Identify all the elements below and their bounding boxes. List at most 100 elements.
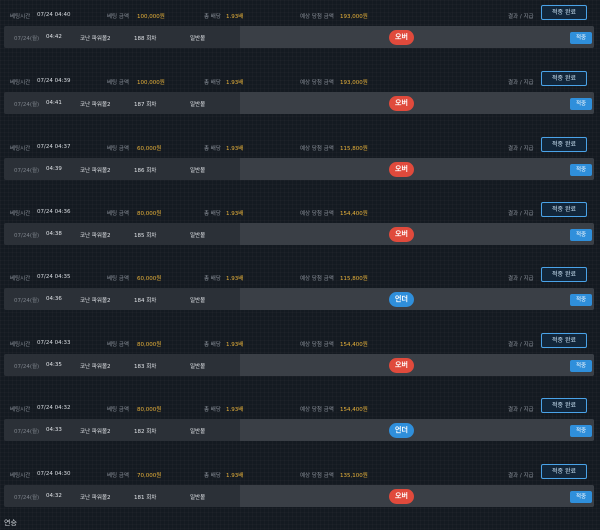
hit-button[interactable]: 적중	[570, 229, 592, 241]
game-round: 187 회차	[134, 102, 157, 108]
hit-complete-button[interactable]: 적중 완료	[541, 137, 587, 152]
bet-time-value: 07/24 04:32	[37, 405, 71, 411]
game-time: 04:35	[46, 362, 62, 368]
game-round: 188 회차	[134, 36, 157, 42]
bet-time-label: 베팅시간	[10, 276, 31, 282]
bet-amount-label: 베팅 금액	[107, 211, 129, 217]
bet-kind: 일반볼	[190, 429, 206, 435]
hit-button[interactable]: 적중	[570, 425, 592, 437]
expected-win-value: 193,000원	[340, 14, 368, 20]
expected-win-value: 154,400원	[340, 407, 368, 413]
game-row: 07/24(월) 04:35 코난 파워볼2 183 회차 일반볼 오버 적중	[4, 354, 594, 376]
total-odds-value: 1.93배	[226, 146, 244, 152]
hit-button[interactable]: 적중	[570, 98, 592, 110]
expected-win-label: 예상 당첨 금액	[300, 276, 334, 282]
bet-kind: 일반볼	[190, 36, 206, 42]
hit-button[interactable]: 적중	[570, 32, 592, 44]
bet-amount-value: 100,000원	[137, 80, 165, 86]
bet-amount-label: 베팅 금액	[107, 407, 129, 413]
bet-info-row: 베팅시간 07/24 04:30 베팅 금액 70,000원 총 배당 1.93…	[0, 461, 600, 483]
hit-button[interactable]: 적중	[570, 491, 592, 503]
bet-info-row: 베팅시간 07/24 04:40 베팅 금액 100,000원 총 배당 1.9…	[0, 2, 600, 24]
total-odds-value: 1.93배	[226, 407, 244, 413]
game-round: 185 회차	[134, 233, 157, 239]
bet-info-row: 베팅시간 07/24 04:33 베팅 금액 80,000원 총 배당 1.93…	[0, 330, 600, 352]
bet-time-value: 07/24 04:39	[37, 78, 71, 84]
game-name: 코난 파워볼2	[80, 495, 111, 501]
result-pay-label: 결과 / 지급	[508, 342, 534, 348]
pick-badge: 오버	[389, 489, 414, 504]
bet-kind: 일반볼	[190, 298, 206, 304]
expected-win-value: 115,800원	[340, 146, 368, 152]
bet-time-value: 07/24 04:36	[37, 209, 71, 215]
game-date: 07/24(월)	[14, 168, 40, 174]
game-row: 07/24(월) 04:42 코난 파워볼2 188 회차 일반볼 오버 적중	[4, 26, 594, 48]
game-round: 186 회차	[134, 168, 157, 174]
hit-complete-button[interactable]: 적중 완료	[541, 398, 587, 413]
game-date: 07/24(월)	[14, 495, 40, 501]
game-name: 코난 파워볼2	[80, 233, 111, 239]
game-row-shade	[240, 223, 594, 245]
game-row-shade	[240, 26, 594, 48]
game-row: 07/24(월) 04:41 코난 파워볼2 187 회차 일반볼 오버 적중	[4, 92, 594, 114]
game-time: 04:39	[46, 166, 62, 172]
game-name: 코난 파워볼2	[80, 102, 111, 108]
hit-complete-button[interactable]: 적중 완료	[541, 5, 587, 20]
hit-button[interactable]: 적중	[570, 164, 592, 176]
total-odds-value: 1.93배	[226, 276, 244, 282]
expected-win-label: 예상 당첨 금액	[300, 211, 334, 217]
bet-info-row: 베팅시간 07/24 04:36 베팅 금액 80,000원 총 배당 1.93…	[0, 199, 600, 221]
game-row-shade	[240, 485, 594, 507]
bet-amount-label: 베팅 금액	[107, 276, 129, 282]
bet-time-value: 07/24 04:40	[37, 12, 71, 18]
pick-badge: 오버	[389, 358, 414, 373]
game-name: 코난 파워볼2	[80, 36, 111, 42]
expected-win-value: 193,000원	[340, 80, 368, 86]
game-time: 04:33	[46, 427, 62, 433]
bet-amount-label: 베팅 금액	[107, 146, 129, 152]
game-round: 182 회차	[134, 429, 157, 435]
bet-amount-value: 80,000원	[137, 211, 162, 217]
game-name: 코난 파워볼2	[80, 168, 111, 174]
expected-win-label: 예상 당첨 금액	[300, 14, 334, 20]
bet-amount-value: 60,000원	[137, 146, 162, 152]
bet-entry: 베팅시간 07/24 04:30 베팅 금액 70,000원 총 배당 1.93…	[0, 461, 600, 521]
hit-complete-button[interactable]: 적중 완료	[541, 464, 587, 479]
hit-button[interactable]: 적중	[570, 360, 592, 372]
hit-button[interactable]: 적중	[570, 294, 592, 306]
game-date: 07/24(월)	[14, 233, 40, 239]
game-name: 코난 파워볼2	[80, 364, 111, 370]
hit-complete-button[interactable]: 적중 완료	[541, 267, 587, 282]
game-name: 코난 파워볼2	[80, 429, 111, 435]
total-odds-label: 총 배당	[204, 211, 221, 217]
game-round: 183 회차	[134, 364, 157, 370]
expected-win-value: 154,400원	[340, 342, 368, 348]
bet-amount-label: 베팅 금액	[107, 473, 129, 479]
bet-entry: 베팅시간 07/24 04:39 베팅 금액 100,000원 총 배당 1.9…	[0, 68, 600, 128]
game-row-shade	[240, 354, 594, 376]
game-row: 07/24(월) 04:33 코난 파워볼2 182 회차 일반볼 언더 적중	[4, 419, 594, 441]
bet-info-row: 베팅시간 07/24 04:37 베팅 금액 60,000원 총 배당 1.93…	[0, 134, 600, 156]
bet-amount-label: 베팅 금액	[107, 342, 129, 348]
total-odds-value: 1.93배	[226, 342, 244, 348]
game-round: 184 회차	[134, 298, 157, 304]
game-date: 07/24(월)	[14, 36, 40, 42]
game-date: 07/24(월)	[14, 102, 40, 108]
pick-badge: 언더	[389, 423, 414, 438]
game-time: 04:42	[46, 34, 62, 40]
hit-complete-button[interactable]: 적중 완료	[541, 71, 587, 86]
expected-win-label: 예상 당첨 금액	[300, 342, 334, 348]
expected-win-label: 예상 당첨 금액	[300, 473, 334, 479]
bet-amount-value: 60,000원	[137, 276, 162, 282]
pick-badge: 오버	[389, 227, 414, 242]
game-row-shade	[240, 419, 594, 441]
hit-complete-button[interactable]: 적중 완료	[541, 202, 587, 217]
bet-entry: 베팅시간 07/24 04:33 베팅 금액 80,000원 총 배당 1.93…	[0, 330, 600, 390]
hit-complete-button[interactable]: 적중 완료	[541, 333, 587, 348]
bet-kind: 일반볼	[190, 495, 206, 501]
total-odds-value: 1.93배	[226, 14, 244, 20]
expected-win-label: 예상 당첨 금액	[300, 146, 334, 152]
bet-amount-label: 베팅 금액	[107, 14, 129, 20]
game-row: 07/24(월) 04:39 코난 파워볼2 186 회차 일반볼 오버 적중	[4, 158, 594, 180]
result-pay-label: 결과 / 지급	[508, 211, 534, 217]
